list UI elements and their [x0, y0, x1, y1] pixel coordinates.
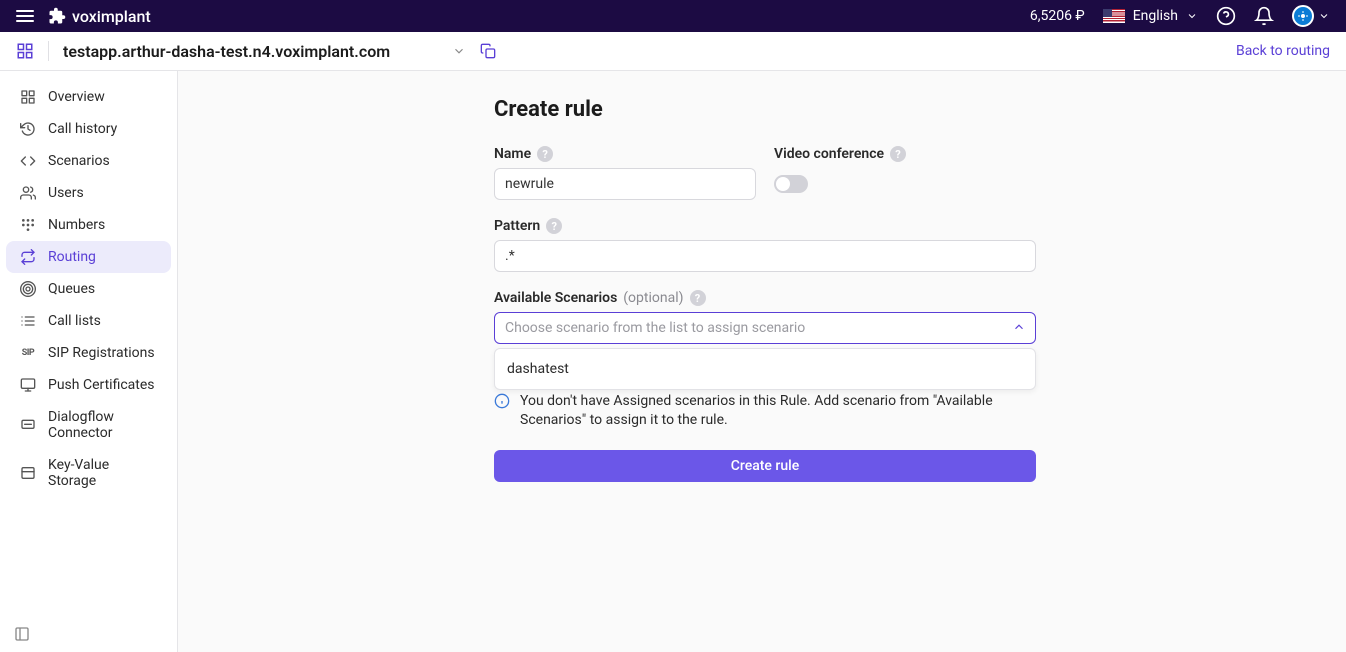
scenarios-placeholder: Choose scenario from the list to assign …	[505, 320, 805, 336]
info-text: You don't have Assigned scenarios in thi…	[520, 392, 1036, 430]
sidebar-item-routing[interactable]: Routing	[6, 241, 171, 273]
sidebar-item-label: Scenarios	[48, 153, 110, 169]
sidebar-item-label: Dialogflow Connector	[48, 409, 157, 441]
sidebar-item-overview[interactable]: Overview	[6, 81, 171, 113]
help-icon[interactable]: ?	[690, 290, 706, 306]
app-subbar: testapp.arthur-dasha-test.n4.voximplant.…	[0, 32, 1346, 71]
sidebar-item-label: Overview	[48, 89, 105, 105]
sidebar-item-key-value-storage[interactable]: Key-Value Storage	[6, 449, 171, 497]
main-content: Create rule Name ? Video conference ?	[178, 71, 1346, 652]
sip-icon: SIP	[20, 345, 36, 361]
sidebar-item-label: Queues	[48, 281, 95, 297]
overview-icon	[20, 89, 36, 105]
history-icon	[20, 121, 36, 137]
sidebar-item-label: Key-Value Storage	[48, 457, 157, 489]
sidebar-item-call-lists[interactable]: Call lists	[6, 305, 171, 337]
chevron-down-icon[interactable]	[452, 44, 466, 58]
list-icon	[20, 313, 36, 329]
brand-text: voximplant	[72, 7, 151, 26]
sidebar-item-label: SIP Registrations	[48, 345, 155, 361]
back-to-routing-link[interactable]: Back to routing	[1236, 43, 1330, 59]
sidebar-item-numbers[interactable]: Numbers	[6, 209, 171, 241]
menu-icon[interactable]	[16, 10, 34, 22]
scenarios-optional: (optional)	[623, 290, 683, 306]
collapse-sidebar-icon[interactable]	[14, 626, 163, 642]
dialpad-icon	[20, 217, 36, 233]
dialogflow-icon	[20, 417, 36, 433]
language-selector[interactable]: English	[1103, 8, 1198, 24]
chevron-down-icon	[1318, 10, 1330, 22]
sidebar-item-scenarios[interactable]: Scenarios	[6, 145, 171, 177]
sidebar-item-label: Push Certificates	[48, 377, 155, 393]
dropdown-option[interactable]: dashatest	[495, 349, 1035, 389]
scenarios-dropdown: dashatest	[494, 348, 1036, 390]
app-domain: testapp.arthur-dasha-test.n4.voximplant.…	[63, 42, 390, 61]
sidebar-item-queues[interactable]: Queues	[6, 273, 171, 305]
help-icon[interactable]: ?	[537, 146, 553, 162]
flag-icon	[1103, 9, 1125, 23]
create-rule-button[interactable]: Create rule	[494, 450, 1036, 482]
info-icon	[494, 393, 510, 409]
user-menu[interactable]	[1292, 5, 1330, 27]
sidebar: Overview Call history Scenarios Users Number…	[0, 71, 178, 652]
notifications-icon[interactable]	[1254, 6, 1274, 26]
chevron-up-icon	[1012, 320, 1026, 334]
help-icon[interactable]: ?	[546, 218, 562, 234]
routing-icon	[20, 249, 36, 265]
sidebar-item-users[interactable]: Users	[6, 177, 171, 209]
page-title: Create rule	[494, 97, 1036, 122]
push-icon	[20, 377, 36, 393]
sidebar-item-call-history[interactable]: Call history	[6, 113, 171, 145]
scenarios-label: Available Scenarios	[494, 290, 617, 306]
sidebar-item-push-certificates[interactable]: Push Certificates	[6, 369, 171, 401]
sidebar-item-dialogflow-connector[interactable]: Dialogflow Connector	[6, 401, 171, 449]
sidebar-item-label: Call lists	[48, 313, 101, 329]
sidebar-item-label: Call history	[48, 121, 117, 137]
sidebar-item-sip-registrations[interactable]: SIP SIP Registrations	[6, 337, 171, 369]
avatar-icon	[1292, 5, 1314, 27]
name-input[interactable]	[494, 168, 756, 200]
users-icon	[20, 185, 36, 201]
app-switcher-icon[interactable]	[16, 42, 34, 60]
sidebar-item-label: Routing	[48, 249, 96, 265]
pattern-input[interactable]	[494, 240, 1036, 272]
help-icon[interactable]	[1216, 6, 1236, 26]
name-label: Name	[494, 146, 531, 162]
puzzle-icon	[48, 7, 66, 25]
chevron-down-icon	[1186, 10, 1198, 22]
queues-icon	[20, 281, 36, 297]
topbar: voximplant 6,5206 ₽ English	[0, 0, 1346, 32]
language-label: English	[1133, 8, 1178, 24]
kv-icon	[20, 465, 36, 481]
help-icon[interactable]: ?	[890, 146, 906, 162]
code-icon	[20, 153, 36, 169]
brand-logo[interactable]: voximplant	[48, 7, 151, 26]
pattern-label: Pattern	[494, 218, 540, 234]
videoconf-toggle[interactable]	[774, 175, 808, 193]
videoconf-label: Video conference	[774, 146, 884, 162]
sidebar-item-label: Users	[48, 185, 84, 201]
copy-icon[interactable]	[480, 43, 496, 59]
sidebar-item-label: Numbers	[48, 217, 105, 233]
scenarios-select[interactable]: Choose scenario from the list to assign …	[494, 312, 1036, 344]
account-balance[interactable]: 6,5206 ₽	[1030, 8, 1085, 24]
